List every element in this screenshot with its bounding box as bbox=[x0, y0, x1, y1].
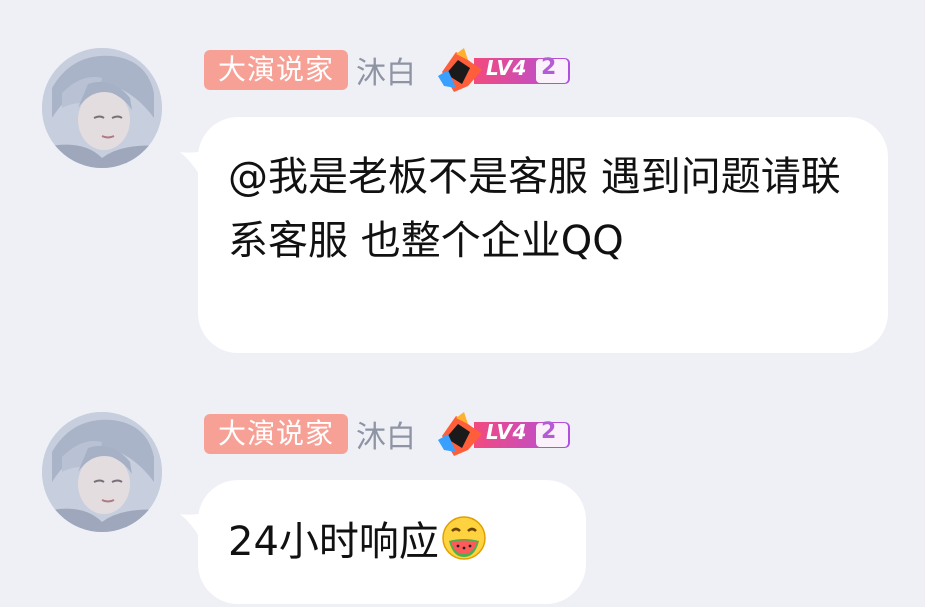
chat-message: 大演说家 沐白 LV4 2 @我是老板不是客服 遇到问题请联系客服 也整个企业Q… bbox=[0, 0, 925, 370]
title-badge[interactable]: 大演说家 bbox=[204, 50, 349, 90]
title-badge[interactable]: 大演说家 bbox=[204, 414, 349, 454]
sender-nickname[interactable]: 沐白 bbox=[356, 412, 416, 456]
avatar[interactable] bbox=[42, 412, 162, 532]
avatar-image bbox=[42, 48, 162, 168]
avatar-image bbox=[42, 412, 162, 532]
level-label: LV4 bbox=[486, 420, 527, 444]
sender-meta: 大演说家 沐白 LV4 2 bbox=[204, 48, 578, 92]
message-bubble[interactable]: 24小时响应 bbox=[198, 480, 586, 604]
sender-meta: 大演说家 沐白 LV4 2 bbox=[204, 412, 578, 456]
level-badge[interactable]: LV4 2 bbox=[438, 410, 578, 458]
message-text: 24小时响应 bbox=[228, 519, 439, 565]
message-text: @我是老板不是客服 遇到问题请联系客服 也整个企业QQ bbox=[228, 154, 841, 264]
message-bubble[interactable]: @我是老板不是客服 遇到问题请联系客服 也整个企业QQ bbox=[198, 117, 888, 353]
avatar[interactable] bbox=[42, 48, 162, 168]
level-badge[interactable]: LV4 2 bbox=[438, 46, 578, 94]
level-label: LV4 bbox=[486, 56, 527, 80]
chat-message: 大演说家 沐白 LV4 2 24小时响应 bbox=[0, 360, 925, 607]
sender-nickname[interactable]: 沐白 bbox=[356, 48, 416, 92]
level-rank: 2 bbox=[541, 55, 557, 80]
watermelon-face-emoji-icon bbox=[442, 516, 486, 560]
level-rank: 2 bbox=[541, 419, 557, 444]
